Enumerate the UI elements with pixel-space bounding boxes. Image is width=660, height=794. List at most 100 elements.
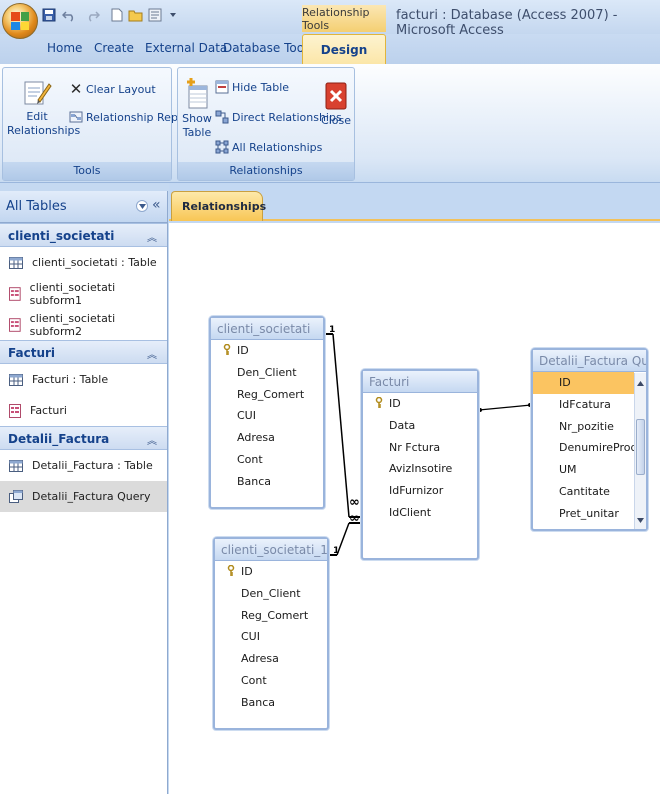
tab-design[interactable]: Design	[302, 34, 386, 65]
hide-table-button[interactable]: Hide Table	[215, 80, 289, 94]
nav-item-label: Facturi : Table	[32, 373, 109, 386]
field-name: ID	[389, 397, 401, 410]
ribbon-group-relationships: Show Table Hide Table Direct Relationshi…	[177, 67, 355, 181]
nav-item-clienti-societati-table[interactable]: clienti_societati : Table	[0, 247, 167, 278]
office-button[interactable]	[2, 3, 38, 39]
field-row[interactable]: Reg_Comert	[215, 605, 327, 627]
table-title[interactable]: Facturi	[363, 371, 477, 393]
relationship-line-clienti-facturi[interactable]	[324, 333, 361, 518]
field-row[interactable]: AvizInsotire	[363, 458, 477, 480]
field-row[interactable]: Nr Fctura	[363, 437, 477, 459]
redo-icon[interactable]	[84, 6, 102, 24]
nav-item-facturi-form[interactable]: Facturi	[0, 395, 167, 426]
nav-group-detalii-factura[interactable]: Detalii_Factura ︽	[0, 426, 167, 450]
clear-layout-button[interactable]: ✕ Clear Layout	[69, 80, 156, 98]
tab-database-tools[interactable]: Database Tools	[223, 41, 314, 55]
nav-item-clienti-societati-subform1[interactable]: clienti_societati subform1	[0, 278, 167, 309]
field-name: Den_Client	[241, 586, 301, 600]
nav-item-clienti-societati-subform2[interactable]: clienti_societati subform2	[0, 309, 167, 340]
table-box-clienti-societati-1[interactable]: clienti_societati_1 ID Den_Client Reg_Co…	[213, 537, 329, 730]
field-row[interactable]: Cantitate	[533, 481, 634, 503]
table-title[interactable]: clienti_societati	[211, 318, 323, 340]
table-title[interactable]: clienti_societati_1	[215, 539, 327, 561]
field-row[interactable]: ID	[211, 340, 323, 362]
field-row[interactable]: Banca	[215, 692, 327, 714]
field-row[interactable]: ID	[215, 561, 327, 583]
field-name: Cont	[241, 673, 267, 687]
field-name: IdFurnizor	[389, 484, 444, 498]
nav-item-label: clienti_societati subform2	[29, 311, 116, 338]
edit-relationships-button[interactable]: Edit Relationships	[5, 76, 80, 138]
scroll-thumb[interactable]	[636, 419, 645, 475]
field-row[interactable]: CUI	[215, 626, 327, 648]
field-row[interactable]: Cont	[215, 670, 327, 692]
print-preview-icon[interactable]	[146, 6, 164, 24]
field-row[interactable]: UM	[533, 459, 634, 481]
field-row[interactable]: Banca	[211, 471, 323, 493]
collapse-pane-icon[interactable]: «	[152, 197, 161, 213]
field-name: Den_Client	[237, 365, 297, 379]
field-row[interactable]: ID	[533, 372, 634, 394]
table-box-detalii-factura-query[interactable]: Detalii_Factura Query ID IdFcatura Nr_po…	[531, 348, 648, 531]
tab-create[interactable]: Create	[94, 41, 134, 55]
show-table-button[interactable]: Show Table	[180, 76, 214, 140]
open-folder-icon[interactable]	[126, 6, 144, 24]
field-row[interactable]: IdFcatura	[533, 394, 634, 416]
show-table-icon	[187, 78, 208, 109]
relationship-report-button[interactable]: Relationship Report	[69, 110, 194, 124]
new-document-icon[interactable]	[108, 6, 126, 24]
relationship-line-facturi-detalii[interactable]	[478, 403, 532, 412]
field-name: Banca	[237, 474, 272, 488]
nav-item-label: Detalii_Factura : Table	[32, 459, 153, 472]
relationships-canvas[interactable]: 1 1 ∞ ∞ clienti_societati ID Den_Client …	[169, 223, 660, 794]
show-table-label: Show Table	[182, 112, 212, 139]
field-name: Cont	[237, 452, 263, 466]
scroll-down-icon[interactable]	[637, 513, 644, 526]
all-relationships-button[interactable]: All Relationships	[215, 140, 322, 154]
undo-icon[interactable]	[60, 6, 78, 24]
field-row[interactable]: Adresa	[211, 427, 323, 449]
field-row[interactable]: IdFurnizor	[363, 480, 477, 502]
field-row[interactable]: Nr_pozitie	[533, 416, 634, 438]
nav-group-clienti-societati[interactable]: clienti_societati ︽	[0, 223, 167, 247]
chevron-up-icon[interactable]: ︽	[147, 346, 157, 361]
field-row[interactable]: ID	[363, 393, 477, 415]
nav-pane-header[interactable]: All Tables «	[0, 191, 167, 223]
field-row[interactable]: Data	[363, 415, 477, 437]
tab-relationships[interactable]: Relationships	[171, 191, 266, 221]
table-box-clienti-societati[interactable]: clienti_societati ID Den_Client Reg_Come…	[209, 316, 325, 509]
field-name: IdFcatura	[559, 397, 611, 411]
field-row[interactable]: CUI	[211, 405, 323, 427]
cardinality-one-label: 1	[333, 546, 340, 556]
nav-item-detalii-factura-query[interactable]: Detalii_Factura Query	[0, 481, 167, 512]
nav-group-facturi[interactable]: Facturi ︽	[0, 340, 167, 364]
chevron-up-icon[interactable]: ︽	[147, 229, 157, 244]
field-row[interactable]: Reg_Comert	[211, 384, 323, 406]
ribbon-tabs: Home Create External Data Database Tools…	[0, 34, 660, 65]
relationship-report-icon	[69, 111, 83, 123]
table-box-facturi[interactable]: Facturi ID Data Nr Fctura AvizInsotire I…	[361, 369, 479, 560]
tab-external-data[interactable]: External Data	[145, 41, 227, 55]
nav-group-label: Detalii_Factura	[8, 432, 110, 446]
nav-item-facturi-table[interactable]: Facturi : Table	[0, 364, 167, 395]
vertical-scrollbar[interactable]	[634, 373, 646, 529]
close-button[interactable]: Close	[320, 82, 352, 128]
table-title[interactable]: Detalii_Factura Query	[533, 350, 646, 372]
nav-item-detalii-factura-table[interactable]: Detalii_Factura : Table	[0, 450, 167, 481]
chevron-up-icon[interactable]: ︽	[147, 432, 157, 447]
form-icon	[9, 286, 21, 301]
field-row[interactable]: DenumireProdus	[533, 437, 634, 459]
customize-toolbar-icon[interactable]	[168, 6, 178, 24]
field-row[interactable]: Pret_unitar	[533, 503, 634, 525]
scroll-up-icon[interactable]	[637, 376, 644, 389]
field-row[interactable]: Den_Client	[215, 583, 327, 605]
save-icon[interactable]	[40, 6, 58, 24]
field-row[interactable]: Adresa	[215, 648, 327, 670]
clear-layout-label: Clear Layout	[86, 82, 156, 96]
tab-home[interactable]: Home	[47, 41, 82, 55]
nav-dropdown-icon[interactable]	[136, 200, 148, 212]
field-row[interactable]: IdClient	[363, 502, 477, 524]
field-row[interactable]: Cont	[211, 449, 323, 471]
field-row[interactable]: Den_Client	[211, 362, 323, 384]
field-name: AvizInsotire	[389, 462, 453, 476]
